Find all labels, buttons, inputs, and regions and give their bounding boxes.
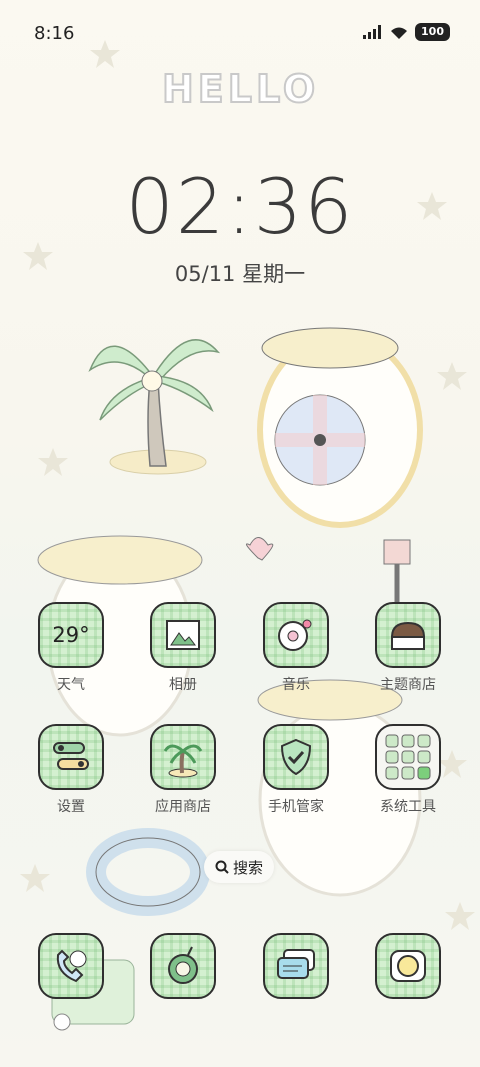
battery-icon: 100 bbox=[415, 23, 450, 41]
status-time: 8:16 bbox=[34, 23, 75, 44]
hello-logo: HELLO bbox=[161, 66, 319, 112]
gallery-icon bbox=[150, 602, 216, 668]
app-label: 相册 bbox=[169, 677, 197, 693]
app-label: 音乐 bbox=[282, 677, 310, 693]
system-tools-folder-icon bbox=[375, 724, 441, 790]
theme-store-icon bbox=[375, 602, 441, 668]
settings-icon bbox=[38, 724, 104, 790]
weather-icon: 29° bbox=[38, 602, 104, 668]
dock-messages[interactable] bbox=[246, 933, 346, 999]
phone-icon bbox=[38, 933, 104, 999]
app-gallery[interactable]: 相册 bbox=[133, 602, 233, 694]
search-label: 搜索 bbox=[232, 858, 263, 877]
dock-browser[interactable] bbox=[133, 933, 233, 999]
app-label: 应用商店 bbox=[155, 799, 211, 815]
app-music[interactable]: 音乐 bbox=[246, 602, 346, 694]
app-settings[interactable]: 设置 bbox=[21, 724, 121, 816]
status-icons: 100 bbox=[363, 23, 450, 41]
dock-phone[interactable] bbox=[21, 933, 121, 999]
app-weather[interactable]: 29° 天气 bbox=[21, 602, 121, 694]
camera-icon bbox=[375, 933, 441, 999]
folder-system-tools[interactable]: 系统工具 bbox=[358, 724, 458, 816]
clock-date: 05/11 星期一 bbox=[174, 262, 306, 286]
clock-time: 02:36 bbox=[125, 162, 355, 251]
wifi-icon bbox=[391, 27, 408, 39]
browser-icon bbox=[150, 933, 216, 999]
wallpaper-illustration bbox=[20, 40, 475, 1031]
app-label: 手机管家 bbox=[268, 799, 324, 815]
phone-manager-icon bbox=[263, 724, 329, 790]
search-button[interactable]: 搜索 bbox=[204, 851, 274, 883]
app-store-icon bbox=[150, 724, 216, 790]
dock-camera[interactable] bbox=[358, 933, 458, 999]
app-label: 系统工具 bbox=[380, 799, 436, 815]
app-app-store[interactable]: 应用商店 bbox=[133, 724, 233, 816]
app-phone-manager[interactable]: 手机管家 bbox=[246, 724, 346, 816]
app-label: 天气 bbox=[57, 677, 85, 693]
signal-icon bbox=[363, 25, 382, 39]
search-icon bbox=[215, 860, 229, 874]
app-label: 主题商店 bbox=[380, 677, 436, 693]
app-label: 设置 bbox=[57, 799, 85, 815]
weather-temp: 29° bbox=[52, 623, 90, 647]
svg-text:HELLO: HELLO bbox=[162, 67, 319, 111]
messages-icon bbox=[263, 933, 329, 999]
app-theme-store[interactable]: 主题商店 bbox=[358, 602, 458, 694]
music-icon bbox=[263, 602, 329, 668]
